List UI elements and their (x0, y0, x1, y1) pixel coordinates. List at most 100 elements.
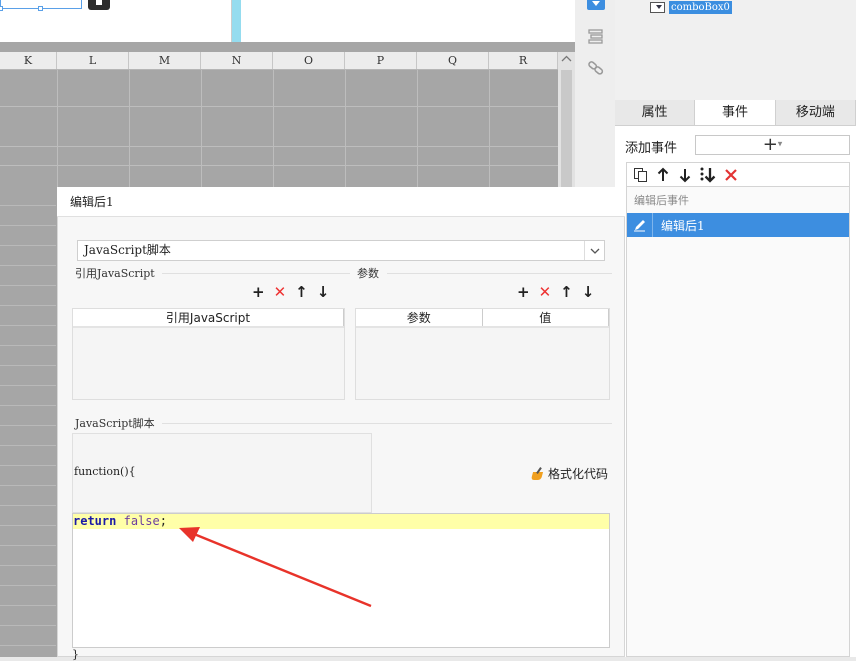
resize-handle[interactable] (0, 6, 3, 11)
widget-tree-panel (615, 0, 856, 100)
grid-line (0, 305, 56, 306)
dropdown-toggle-icon[interactable] (587, 0, 605, 10)
up-arrow-icon[interactable]: ↑ (560, 283, 573, 301)
grid-line (0, 545, 56, 546)
grid-line (0, 405, 56, 406)
params-table[interactable]: 参数 值 (355, 308, 610, 400)
preview-divider (232, 0, 241, 42)
grid-line (0, 265, 56, 266)
column-header-q[interactable]: Q (417, 52, 489, 69)
grid-line (0, 425, 56, 426)
column-header-l[interactable]: L (57, 52, 129, 69)
down-arrow-icon[interactable] (677, 167, 693, 183)
tree-node-label[interactable]: comboBox0 (669, 0, 732, 14)
dialog-title: 编辑后1 (57, 187, 625, 217)
grid-line (0, 225, 56, 226)
grid-line (0, 106, 558, 107)
event-list (626, 187, 850, 657)
format-code-button[interactable]: 格式化代码 (530, 465, 608, 482)
ref-js-column-header: 引用JavaScript (73, 309, 344, 326)
add-icon: + (762, 134, 778, 155)
grid-line (0, 465, 56, 466)
combobox-widget-icon (650, 1, 665, 13)
code-keyword: return (73, 514, 117, 528)
down-arrow-icon[interactable]: ↓ (582, 283, 595, 301)
design-preview-left (0, 0, 232, 42)
grid-line (0, 165, 558, 166)
add-event-button[interactable]: +▾ (695, 135, 850, 155)
grid-line (0, 505, 56, 506)
grid-line (57, 70, 58, 190)
scrollbar-thumb[interactable] (561, 70, 572, 190)
section-divider (387, 273, 612, 274)
grid-line (0, 385, 56, 386)
section-divider (162, 423, 612, 424)
grid-line (0, 325, 56, 326)
grid-line (0, 365, 56, 366)
tree-node-combobox[interactable]: comboBox0 (650, 0, 732, 14)
grid-line (0, 565, 56, 566)
grid-line (0, 205, 56, 206)
section-divider (162, 273, 350, 274)
event-list-item[interactable]: 编辑后1 (627, 213, 849, 237)
script-section-label: JavaScript脚本 (75, 417, 155, 430)
column-header-p[interactable]: P (345, 52, 417, 69)
column-header-k[interactable]: K (0, 52, 57, 69)
column-header-o[interactable]: O (273, 52, 345, 69)
script-type-select[interactable]: JavaScript脚本 (77, 240, 605, 261)
vertical-scrollbar[interactable] (558, 52, 575, 192)
value-column-header: 值 (483, 309, 609, 326)
code-literal: false (123, 514, 160, 528)
event-toolbar (626, 162, 850, 187)
grid-line (0, 285, 56, 286)
sort-icon[interactable] (699, 166, 717, 184)
grid-line (201, 70, 202, 190)
column-header: K L M N O P Q R (0, 52, 558, 70)
delete-icon[interactable]: ✕ (274, 283, 287, 301)
resize-handle[interactable] (38, 6, 43, 11)
grid-line (0, 146, 558, 147)
scroll-up-icon[interactable] (558, 52, 575, 66)
grid-line (0, 485, 56, 486)
function-header: function(){ (74, 465, 136, 478)
tab-events[interactable]: 事件 (695, 100, 776, 125)
column-header-n[interactable]: N (201, 52, 273, 69)
script-type-value: JavaScript脚本 (84, 243, 171, 257)
grid-line (417, 70, 418, 190)
code-tail: ; (159, 514, 167, 528)
grid-line (0, 345, 56, 346)
layers-icon[interactable] (587, 28, 605, 44)
delete-icon[interactable] (723, 167, 739, 183)
event-item-label: 编辑后1 (661, 218, 705, 233)
column-header-m[interactable]: M (129, 52, 201, 69)
tab-properties[interactable]: 属性 (615, 100, 696, 125)
up-arrow-icon[interactable]: ↑ (295, 283, 308, 301)
event-group-label: 编辑后事件 (634, 194, 689, 207)
add-icon[interactable]: + (517, 283, 530, 301)
selection-box[interactable] (0, 0, 82, 11)
property-tabs: 属性 事件 移动端 (615, 100, 856, 126)
grid-line (489, 70, 490, 190)
ref-js-table[interactable]: 引用JavaScript (72, 308, 345, 400)
grid-line (0, 645, 56, 646)
tab-mobile[interactable]: 移动端 (776, 100, 856, 125)
grid-line (0, 445, 56, 446)
add-icon[interactable]: + (252, 283, 265, 301)
ref-js-toolbar: + ✕ ↑ ↓ (252, 283, 329, 301)
chevron-down-icon: ▾ (777, 139, 783, 150)
code-line[interactable]: return false; (73, 514, 167, 529)
link-icon[interactable] (587, 60, 605, 76)
up-arrow-icon[interactable] (655, 167, 671, 183)
copy-icon[interactable] (633, 167, 649, 183)
delete-icon[interactable]: ✕ (539, 283, 552, 301)
pencil-icon[interactable] (627, 213, 653, 237)
down-arrow-icon[interactable]: ↓ (317, 283, 330, 301)
param-column-header: 参数 (356, 309, 483, 326)
broom-icon (530, 467, 544, 481)
chevron-down-icon[interactable] (584, 241, 604, 260)
column-header-r[interactable]: R (489, 52, 558, 69)
grid-line (0, 625, 56, 626)
annotation-arrow-icon (179, 527, 372, 608)
design-preview-right (241, 0, 575, 42)
ref-js-section-label: 引用JavaScript (75, 267, 155, 280)
